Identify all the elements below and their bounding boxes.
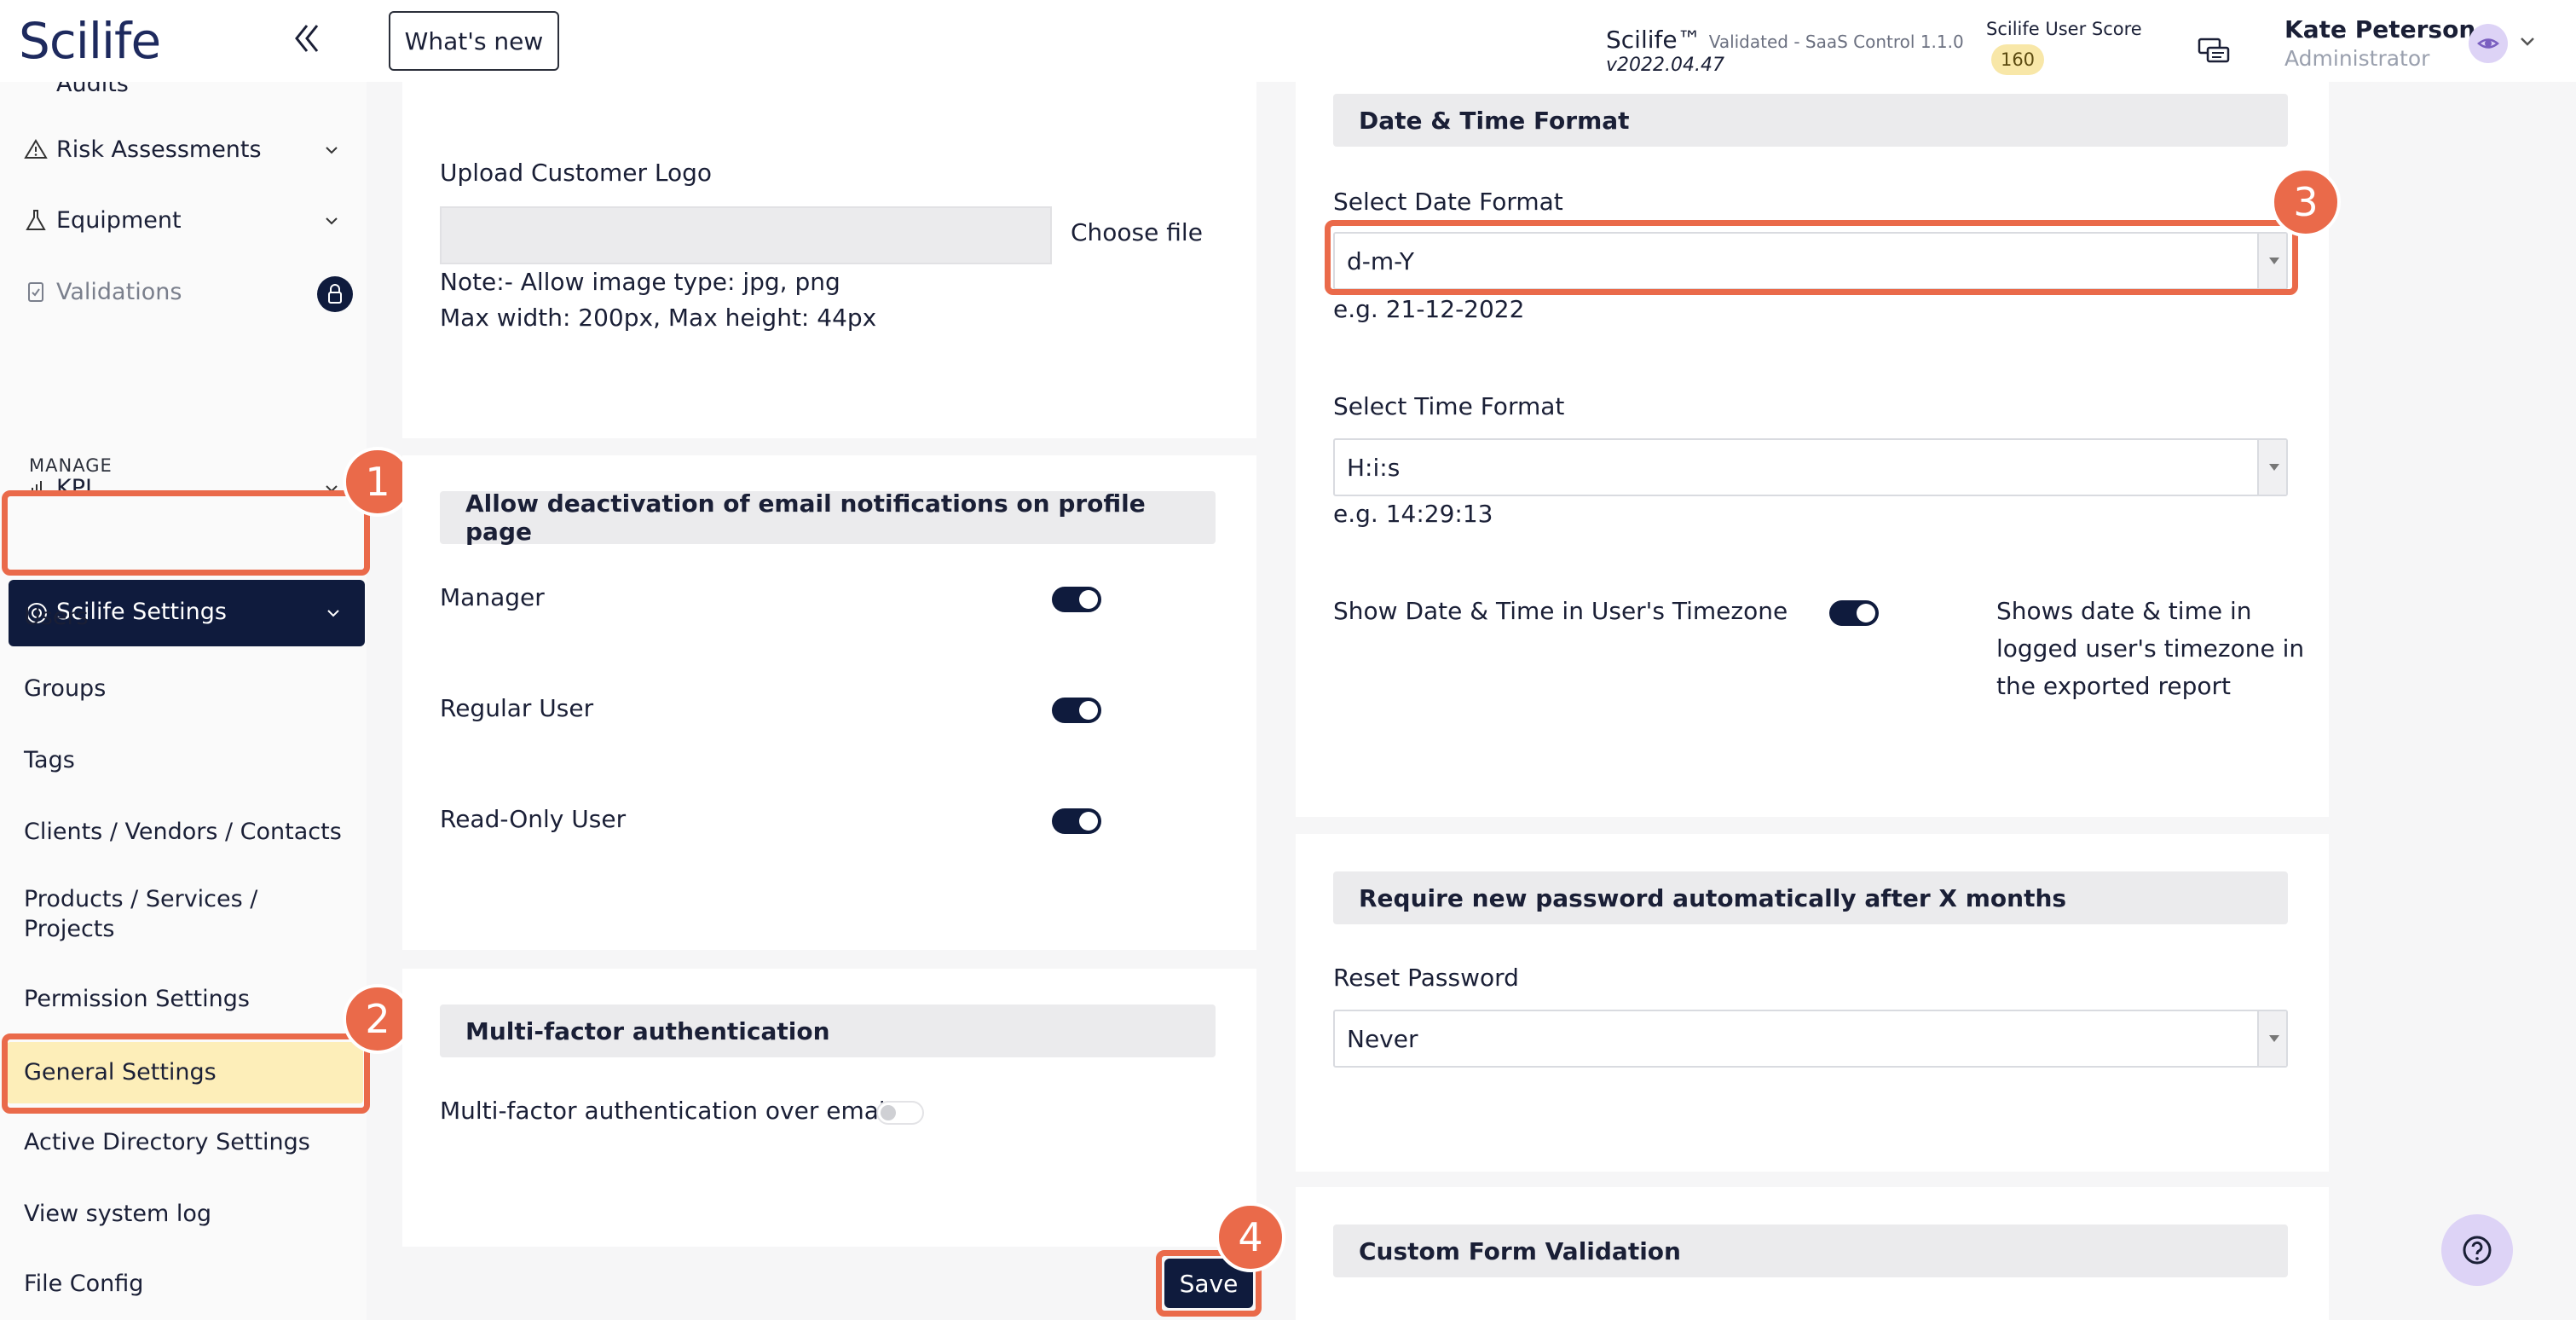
time-format-select[interactable]: H:i:s: [1333, 438, 2288, 496]
sidebar-item-active-directory[interactable]: Active Directory Settings: [24, 1129, 310, 1155]
date-time-panel: Date & Time Format Select Date Format d-…: [1296, 82, 2329, 817]
sidebar-item-clients[interactable]: Clients / Vendors / Contacts: [24, 819, 342, 845]
time-format-label: Select Time Format: [1333, 392, 1565, 420]
section-header: Date & Time Format: [1333, 94, 2288, 147]
readonly-user-toggle[interactable]: [1052, 808, 1101, 834]
sidebar-item-permission-settings[interactable]: Permission Settings: [24, 986, 250, 1012]
sidebar-item-system-log[interactable]: View system log: [24, 1201, 211, 1227]
sidebar-item-tags[interactable]: Tags: [24, 747, 75, 773]
timezone-toggle[interactable]: [1829, 600, 1879, 626]
time-format-example: e.g. 14:29:13: [1333, 500, 1493, 528]
chevron-down-icon: [326, 147, 338, 154]
regular-user-toggle[interactable]: [1052, 698, 1101, 723]
sidebar-item-products-line2[interactable]: Projects: [24, 916, 114, 942]
step-marker-3: 3: [2271, 167, 2341, 237]
upload-note: Note:- Allow image type: jpg, png: [440, 268, 840, 296]
highlight-frame-1: [2, 490, 370, 576]
brand-name: Scilife™: [1606, 26, 1701, 54]
sidebar-item-groups[interactable]: Groups: [24, 675, 106, 702]
collapse-sidebar-icon[interactable]: [286, 17, 329, 60]
user-role: Administrator: [2284, 46, 2430, 71]
chevron-down-icon: [327, 610, 339, 617]
section-header: Custom Form Validation: [1333, 1224, 2288, 1277]
product-info: Scilife™ Validated - SaaS Control 1.1.0: [1606, 26, 1964, 54]
file-input[interactable]: [440, 206, 1052, 264]
brand-subtitle: Validated - SaaS Control 1.1.0: [1708, 32, 1964, 52]
dropdown-arrow-icon: [2257, 1011, 2286, 1066]
manager-toggle[interactable]: [1052, 587, 1101, 612]
email-notifications-panel: Allow deactivation of email notification…: [402, 455, 1256, 950]
flask-icon: [26, 210, 46, 230]
help-button[interactable]: [2441, 1214, 2513, 1286]
question-icon: [2463, 1236, 2492, 1265]
logo-upload-panel: Upload Customer Logo Choose file Note:- …: [402, 82, 1256, 438]
section-header: Multi-factor authentication: [440, 1004, 1216, 1057]
sidebar-item-risk-assessments[interactable]: Risk Assessments: [0, 124, 367, 175]
sidebar: Audits Risk Assessments Equipment Valida…: [0, 82, 367, 1320]
sidebar-item-label: Audits: [56, 82, 129, 97]
sidebar-item-audits[interactable]: Audits: [0, 82, 367, 109]
upload-logo-label: Upload Customer Logo: [440, 159, 713, 187]
chat-icon[interactable]: [2196, 34, 2232, 70]
chevron-down-icon: [326, 217, 338, 225]
choose-file-button[interactable]: Choose file: [1071, 218, 1203, 246]
reset-password-value: Never: [1347, 1024, 1418, 1053]
password-panel: Require new password automatically after…: [1296, 834, 2329, 1172]
app-logo[interactable]: Scilife: [19, 12, 161, 70]
timezone-label: Show Date & Time in User's Timezone: [1333, 597, 1788, 625]
user-score-badge: 160: [1991, 44, 2044, 75]
upload-size-note: Max width: 200px, Max height: 44px: [440, 304, 877, 332]
custom-form-panel: Custom Form Validation: [1296, 1187, 2329, 1320]
timezone-note: Shows date & time in: [1996, 597, 2252, 625]
sidebar-item-equipment[interactable]: Equipment: [0, 194, 367, 246]
regular-user-label: Regular User: [440, 694, 594, 722]
sidebar-item-products[interactable]: Products / Services /: [24, 886, 257, 912]
mfa-email-toggle[interactable]: [876, 1101, 924, 1125]
sidebar-item-label: Risk Assessments: [56, 136, 262, 163]
avatar[interactable]: [2469, 24, 2508, 63]
mfa-email-label: Multi-factor authentication over email: [440, 1097, 892, 1125]
sidebar-item-file-config[interactable]: File Config: [24, 1271, 143, 1297]
highlight-frame-3: [1325, 220, 2298, 295]
readonly-user-label: Read-Only User: [440, 805, 627, 833]
sidebar-item-label: Validations: [56, 278, 182, 305]
time-format-value: H:i:s: [1347, 453, 1401, 482]
whats-new-button[interactable]: What's new: [389, 11, 559, 71]
manager-label: Manager: [440, 583, 545, 611]
chevron-down-icon[interactable]: [2518, 32, 2537, 51]
timezone-note-line3: the exported report: [1996, 672, 2231, 700]
dropdown-arrow-icon: [2257, 440, 2286, 495]
lock-icon: [317, 276, 353, 312]
sidebar-item-users[interactable]: Users: [24, 604, 89, 630]
warning-triangle-icon: [24, 139, 48, 159]
user-score-label: Scilife User Score: [1986, 19, 2142, 39]
reset-password-select[interactable]: Never: [1333, 1010, 2288, 1068]
eye-icon: [2477, 38, 2499, 49]
date-format-label: Select Date Format: [1333, 188, 1563, 216]
section-header: Allow deactivation of email notification…: [440, 489, 1216, 546]
user-name[interactable]: Kate Peterson: [2284, 15, 2475, 43]
clipboard-check-icon: [28, 282, 43, 302]
version-label: v2022.04.47: [1606, 55, 1724, 76]
top-bar: Scilife What's new Scilife™ Validated - …: [0, 0, 2576, 82]
section-header: Require new password automatically after…: [1333, 871, 2288, 924]
step-marker-4: 4: [1216, 1202, 1285, 1272]
reset-password-label: Reset Password: [1333, 964, 1519, 992]
mfa-panel: Multi-factor authentication Multi-factor…: [402, 969, 1256, 1247]
highlight-frame-2: [2, 1033, 370, 1114]
date-format-example: e.g. 21-12-2022: [1333, 295, 1525, 323]
sidebar-item-validations[interactable]: Validations: [0, 266, 367, 317]
sidebar-item-label: Equipment: [56, 206, 182, 234]
timezone-note-line2: logged user's timezone in: [1996, 634, 2305, 663]
